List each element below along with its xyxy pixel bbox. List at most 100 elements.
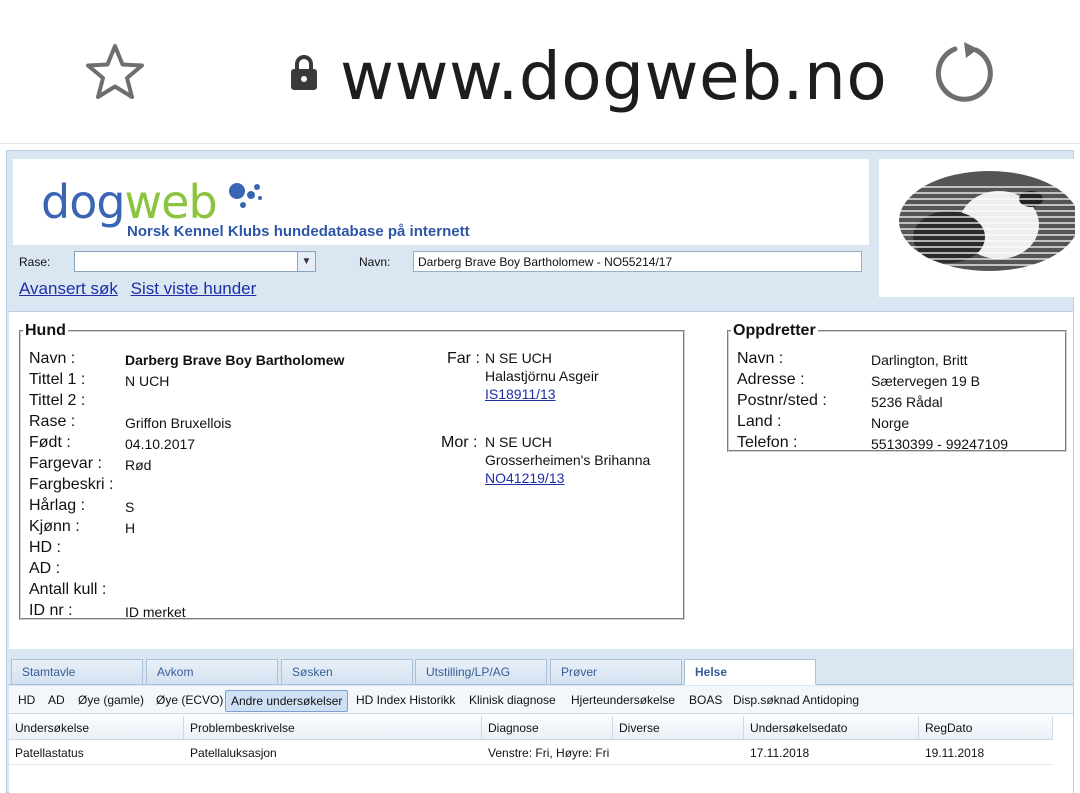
hund-label-rase: Rase :	[29, 413, 76, 430]
oppdretter-label-navn: Navn :	[737, 350, 784, 367]
subtab-klinisk-diagnose[interactable]: Klinisk diagnose	[464, 690, 561, 710]
hund-value-navn: Darberg Brave Boy Bartholomew	[125, 352, 345, 368]
hund-label-ad: AD :	[29, 560, 61, 577]
tab-helse[interactable]: Helse	[684, 659, 816, 685]
tab-sosken[interactable]: Søsken	[281, 659, 413, 685]
table-row[interactable]: Patellastatus Patellaluksasjon Venstre: …	[9, 741, 1053, 765]
cell-regdato: 19.11.2018	[925, 746, 985, 760]
tab-utstilling[interactable]: Utstilling/LP/AG	[415, 659, 547, 685]
advanced-search-link[interactable]: Avansert søk	[19, 279, 118, 298]
mor-reg-link[interactable]: NO41219/13	[485, 470, 564, 486]
subtab-hd[interactable]: HD	[13, 690, 40, 710]
subtab-oye-gamle[interactable]: Øye (gamle)	[73, 690, 149, 710]
cell-undersokelsedato: 17.11.2018	[750, 746, 810, 760]
mor-name: Grosserheimen's Brihanna	[485, 452, 651, 468]
logo-web-text: web	[124, 175, 218, 229]
url-text[interactable]: www.dogweb.no	[340, 38, 887, 115]
cell-diagnose: Venstre: Fri, Høyre: Fri	[488, 746, 610, 760]
site-subtitle: Norsk Kennel Klubs hundedatabase på inte…	[127, 223, 470, 240]
oppdretter-value-postnr: 5236 Rådal	[871, 394, 943, 410]
col-undersokelsedato[interactable]: Undersøkelsedato	[744, 716, 919, 740]
lock-icon	[291, 55, 317, 90]
hund-value-kjonn: H	[125, 520, 136, 536]
browser-address-bar: www.dogweb.no	[0, 0, 1080, 144]
site-header: dogweb Norsk Kennel Klubs hundedatabase …	[13, 159, 869, 245]
oppdretter-value-land: Norge	[871, 415, 910, 431]
oppdretter-value-adresse: Sætervegen 19 B	[871, 373, 980, 389]
search-row: Rase: ▼ Navn: Darberg Brave Boy Bartholo…	[13, 249, 869, 275]
hund-value-id-nr: ID merket	[125, 604, 186, 620]
rase-label: Rase:	[19, 255, 51, 269]
hund-value-fodt: 04.10.2017	[125, 436, 196, 452]
subtab-boas[interactable]: BOAS	[684, 690, 727, 710]
far-title: N SE UCH	[485, 350, 552, 366]
oppdretter-fieldset: Oppdretter Navn : Darlington, Britt Adre…	[727, 322, 1067, 452]
subtab-oye-ecvo[interactable]: Øye (ECVO)	[151, 690, 228, 710]
hund-fieldset: Hund Navn : Darberg Brave Boy Bartholome…	[19, 322, 685, 620]
hund-label-antall-kull: Antall kull :	[29, 581, 107, 598]
hund-label-fargbeskri: Fargbeskri :	[29, 476, 114, 493]
col-problembeskrivelse[interactable]: Problembeskrivelse	[184, 716, 482, 740]
dogweb-page: dogweb Norsk Kennel Klubs hundedatabase …	[6, 150, 1075, 793]
hund-value-fargevar: Rød	[125, 457, 152, 473]
far-name: Halastjörnu Asgeir	[485, 368, 599, 384]
hund-label-harlag: Hårlag :	[29, 497, 86, 514]
hund-value-rase: Griffon Bruxellois	[125, 415, 232, 431]
recent-dogs-link[interactable]: Sist viste hunder	[131, 279, 257, 298]
tab-prover[interactable]: Prøver	[550, 659, 682, 685]
col-undersokelse[interactable]: Undersøkelse	[9, 716, 184, 740]
oppdretter-value-navn: Darlington, Britt	[871, 352, 968, 368]
oppdretter-label-land: Land :	[737, 413, 782, 430]
dog-face-illustration	[879, 159, 1075, 297]
search-links: Avansert søk Sist viste hunder	[19, 279, 264, 299]
cell-undersokelse: Patellastatus	[15, 746, 84, 760]
navn-input[interactable]: Darberg Brave Boy Bartholomew - NO55214/…	[413, 251, 862, 272]
hund-label-tittel1: Tittel 1 :	[29, 371, 86, 388]
hund-value-tittel1: N UCH	[125, 373, 170, 389]
cell-diverse	[613, 741, 625, 751]
oppdretter-label-adresse: Adresse :	[737, 371, 805, 388]
navn-label: Navn:	[359, 255, 391, 269]
far-reg-link[interactable]: IS18911/13	[485, 386, 556, 402]
cell-problembeskrivelse: Patellaluksasjon	[190, 746, 277, 760]
subtab-ad[interactable]: AD	[43, 690, 70, 710]
subtab-disp-soknad-antidoping[interactable]: Disp.søknad Antidoping	[728, 690, 864, 710]
health-subtabs: HD AD Øye (gamle) Øye (ECVO) Andre under…	[9, 686, 1073, 714]
subtab-andre-undersokelser[interactable]: Andre undersøkelser	[225, 690, 349, 712]
hund-legend: Hund	[25, 322, 66, 339]
mor-title: N SE UCH	[485, 434, 552, 450]
rase-select[interactable]: ▼	[74, 251, 316, 272]
logo-dog-text: dog	[41, 175, 126, 229]
subtab-hd-index-historikk[interactable]: HD Index Historikk	[351, 690, 460, 710]
hund-label-id-nr: ID nr :	[29, 602, 73, 619]
subtab-hjerteundersokelse[interactable]: Hjerteundersøkelse	[566, 690, 680, 710]
dog-info-panel: Hund Navn : Darberg Brave Boy Bartholome…	[9, 311, 1073, 649]
hund-label-fodt: Født :	[29, 434, 71, 451]
hund-label-tittel2: Tittel 2 :	[29, 392, 86, 409]
col-regdato[interactable]: RegDato	[919, 716, 1053, 740]
far-label: Far :	[447, 350, 480, 367]
table-header: Undersøkelse Problembeskrivelse Diagnose…	[9, 716, 1053, 740]
oppdretter-value-telefon: 55130399 - 99247109	[871, 436, 1009, 452]
oppdretter-label-postnr: Postnr/sted :	[737, 392, 827, 409]
hund-label-kjonn: Kjønn :	[29, 518, 80, 535]
hund-label-fargevar: Fargevar :	[29, 455, 102, 472]
hund-label-hd: HD :	[29, 539, 61, 556]
col-diagnose[interactable]: Diagnose	[482, 716, 613, 740]
main-tabs: Stamtavle Avkom Søsken Utstilling/LP/AG …	[9, 657, 1073, 685]
dogweb-logo[interactable]: dogweb	[41, 175, 218, 229]
tab-stamtavle[interactable]: Stamtavle	[11, 659, 143, 685]
exam-table: Undersøkelse Problembeskrivelse Diagnose…	[9, 714, 1073, 793]
col-diverse[interactable]: Diverse	[613, 716, 744, 740]
mor-label: Mor :	[441, 434, 478, 451]
logo-dots-icon	[229, 183, 262, 208]
reload-icon[interactable]	[934, 40, 998, 104]
hund-value-harlag: S	[125, 499, 135, 515]
tab-avkom[interactable]: Avkom	[146, 659, 278, 685]
star-outline-icon[interactable]	[84, 42, 146, 104]
chevron-down-icon[interactable]: ▼	[297, 252, 315, 271]
oppdretter-legend: Oppdretter	[733, 322, 816, 339]
dog-header-image	[879, 159, 1075, 297]
oppdretter-label-telefon: Telefon :	[737, 434, 798, 451]
hund-label-navn: Navn :	[29, 350, 76, 367]
